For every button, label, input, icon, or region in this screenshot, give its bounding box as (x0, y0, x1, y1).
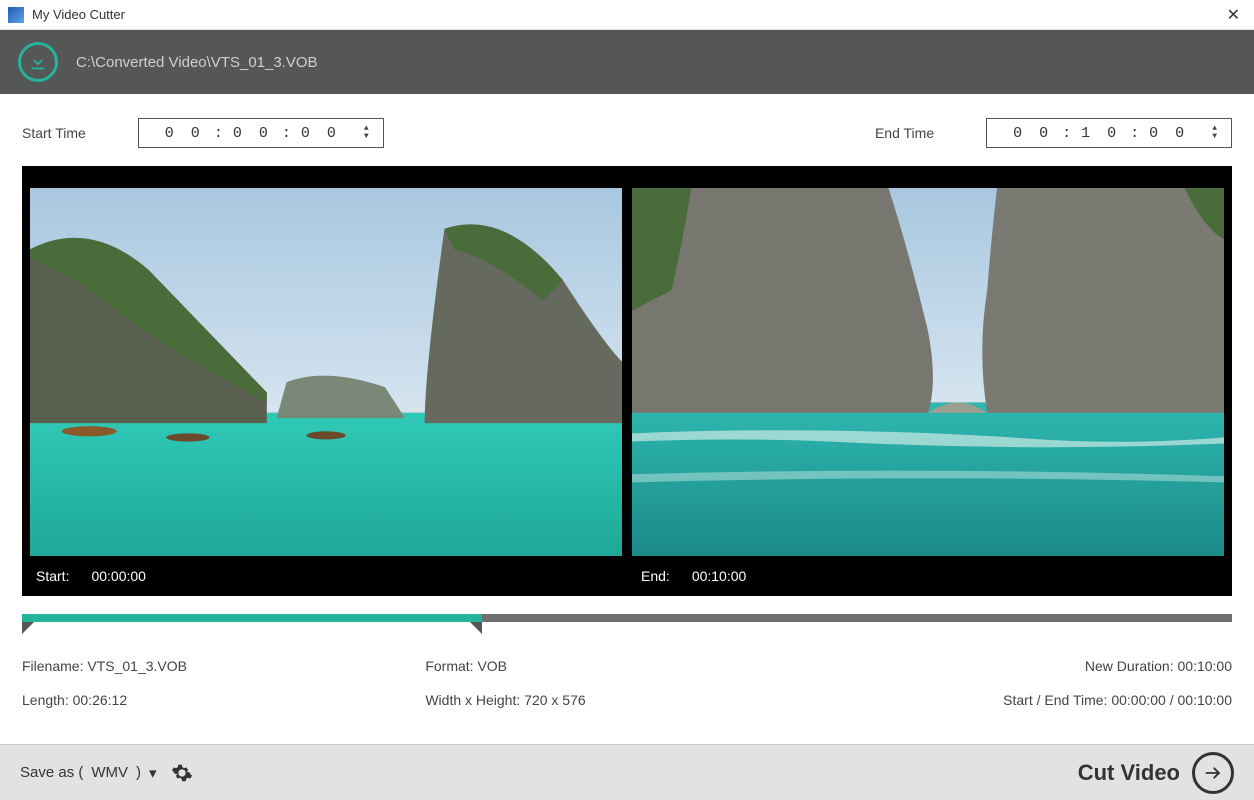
download-icon[interactable] (18, 42, 58, 82)
footer-bar: Save as ( WMV ) ▾ Cut Video (0, 744, 1254, 800)
info-new-duration: New Duration: 00:10:00 (829, 658, 1232, 674)
preview-frames (22, 166, 1232, 556)
preview-end-label: End: 00:10:00 (627, 568, 1232, 584)
chevron-down-icon[interactable]: ▼ (1212, 133, 1221, 141)
cut-video-button[interactable]: Cut Video (1078, 752, 1234, 794)
window-titlebar: My Video Cutter ✕ (0, 0, 1254, 30)
slider-fill (22, 614, 482, 622)
info-start-end: Start / End Time: 00:00:00 / 00:10:00 (829, 692, 1232, 708)
chevron-down-icon[interactable]: ▼ (364, 133, 373, 141)
end-frame-preview (632, 188, 1224, 556)
chevron-down-icon: ▾ (149, 764, 157, 782)
info-dimensions: Width x Height: 720 x 576 (425, 692, 828, 708)
arrow-right-icon (1192, 752, 1234, 794)
preview-start-label: Start: 00:00:00 (22, 568, 627, 584)
info-format: Format: VOB (425, 658, 828, 674)
video-preview-area: Start: 00:00:00 End: 00:10:00 (22, 166, 1232, 596)
preview-labels: Start: 00:00:00 End: 00:10:00 (22, 556, 1232, 596)
start-time-group: Start Time 0 0 : 0 0 : 0 0 ▲ ▼ (22, 118, 384, 148)
start-frame-preview (30, 188, 622, 556)
file-path-bar: C:\Converted Video\VTS_01_3.VOB (0, 30, 1254, 94)
time-input-row: Start Time 0 0 : 0 0 : 0 0 ▲ ▼ End Time … (0, 94, 1254, 166)
file-path: C:\Converted Video\VTS_01_3.VOB (76, 54, 318, 71)
end-time-label: End Time (875, 125, 934, 141)
info-length: Length: 00:26:12 (22, 692, 425, 708)
app-icon (8, 7, 24, 23)
start-time-stepper[interactable]: ▲ ▼ (364, 125, 373, 141)
info-filename: Filename: VTS_01_3.VOB (22, 658, 425, 674)
slider-end-handle[interactable] (470, 622, 482, 634)
settings-button[interactable] (171, 762, 193, 784)
start-time-label: Start Time (22, 125, 86, 141)
end-time-group: End Time 0 0 : 1 0 : 0 0 ▲ ▼ (875, 118, 1232, 148)
start-time-input[interactable]: 0 0 : 0 0 : 0 0 ▲ ▼ (138, 118, 384, 148)
end-time-input[interactable]: 0 0 : 1 0 : 0 0 ▲ ▼ (986, 118, 1232, 148)
trim-range-slider[interactable] (22, 610, 1232, 638)
save-as-dropdown[interactable]: Save as ( WMV ) ▾ (20, 764, 157, 782)
end-time-stepper[interactable]: ▲ ▼ (1212, 125, 1221, 141)
window-title: My Video Cutter (32, 7, 1221, 22)
close-icon[interactable]: ✕ (1221, 5, 1246, 25)
slider-start-handle[interactable] (22, 622, 34, 634)
file-info-grid: Filename: VTS_01_3.VOB Format: VOB New D… (0, 648, 1254, 722)
